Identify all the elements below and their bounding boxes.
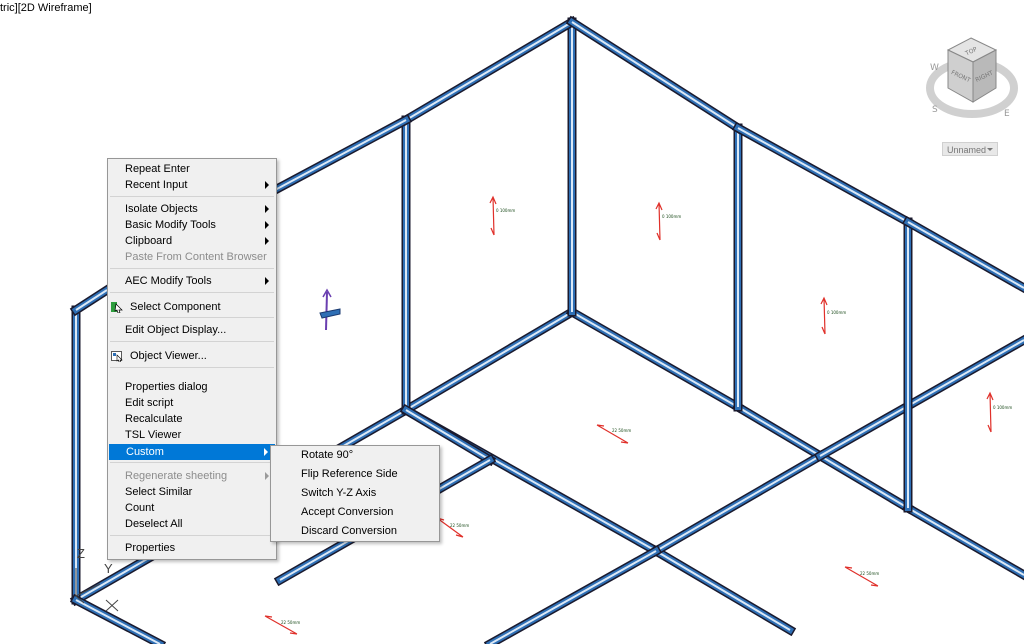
menu-item-tsl-viewer[interactable]: TSL Viewer <box>108 427 276 443</box>
menu-item-basic-modify-tools[interactable]: Basic Modify Tools <box>108 217 276 233</box>
view-name-dropdown[interactable]: Unnamed <box>942 142 998 156</box>
chevron-down-icon <box>987 148 993 151</box>
menu-item-discard-conversion[interactable]: Discard Conversion <box>271 522 439 541</box>
menu-separator <box>110 268 274 269</box>
menu-item-count[interactable]: Count <box>108 500 276 516</box>
submenu-arrow-icon <box>265 237 269 245</box>
submenu-arrow-icon <box>265 205 269 213</box>
menu-item-deselect-all[interactable]: Deselect All <box>108 516 276 532</box>
custom-submenu: Rotate 90° Flip Reference Side Switch Y-… <box>270 445 440 542</box>
menu-item-regenerate-sheeting: Regenerate sheeting <box>108 468 276 484</box>
frame-member-core <box>571 21 739 129</box>
compass-e-label: E <box>1004 109 1010 119</box>
frame-member-core <box>655 455 821 552</box>
menu-item-aec-modify-tools[interactable]: AEC Modify Tools <box>108 273 276 289</box>
selection-grip-icon[interactable] <box>319 288 341 331</box>
menu-separator <box>110 196 274 197</box>
ucs-z-label: Z <box>77 546 85 561</box>
menu-item-recalculate[interactable]: Recalculate <box>108 411 276 427</box>
ucs-y-label: Y <box>104 561 113 576</box>
submenu-arrow-icon <box>265 181 269 189</box>
frame-member-core <box>907 507 1024 576</box>
frame-member-core <box>405 311 573 411</box>
dimension-label: 22 50mm <box>612 428 631 433</box>
dimension-label: 0 100mm <box>993 405 1012 410</box>
submenu-arrow-icon <box>265 472 269 480</box>
frame-member-core <box>655 550 791 631</box>
frame-member-core <box>571 311 739 408</box>
frame-member-core <box>405 21 573 121</box>
submenu-arrow-icon <box>265 277 269 285</box>
viewport-controls-label[interactable]: tric][2D Wireframe] <box>0 2 92 14</box>
frame-member-core <box>907 221 1024 289</box>
dimension-label: 22 50mm <box>281 620 300 625</box>
arrow-marker <box>844 566 879 587</box>
menu-item-isolate-objects[interactable]: Isolate Objects <box>108 201 276 217</box>
menu-item-recent-input[interactable]: Recent Input <box>108 177 276 193</box>
view-cube[interactable]: TOP FRONT RIGHT S E W <box>920 30 1024 160</box>
select-component-icon <box>111 302 123 313</box>
frame-member-core <box>737 127 909 223</box>
menu-item-accept-conversion[interactable]: Accept Conversion <box>271 503 439 522</box>
arrow-marker <box>489 195 497 236</box>
menu-item-switch-y-z-axis[interactable]: Switch Y-Z Axis <box>271 484 439 503</box>
menu-separator <box>110 462 274 463</box>
dimension-label: 22 50mm <box>450 523 469 528</box>
frame-member-core <box>819 339 1024 457</box>
menu-item-select-similar[interactable]: Select Similar <box>108 484 276 500</box>
arrow-marker <box>820 296 828 335</box>
menu-item-custom[interactable]: Custom <box>109 444 275 460</box>
object-viewer-icon <box>111 351 123 362</box>
arrow-marker <box>986 391 994 433</box>
frame-member-core <box>274 119 407 191</box>
dimension-label: 0 100mm <box>827 310 846 315</box>
dimension-label: 22 50mm <box>860 571 879 576</box>
menu-item-edit-object-display[interactable]: Edit Object Display... <box>108 322 276 338</box>
menu-item-repeat-enter[interactable]: Repeat Enter <box>108 161 276 177</box>
menu-separator <box>110 317 274 318</box>
context-menu: Repeat Enter Recent Input Isolate Object… <box>107 158 277 560</box>
submenu-arrow-icon <box>264 448 268 456</box>
frame-member-core <box>75 289 108 311</box>
arrow-marker <box>655 201 663 241</box>
menu-item-flip-reference-side[interactable]: Flip Reference Side <box>271 465 439 484</box>
menu-item-select-component[interactable]: Select Component <box>108 299 276 315</box>
compass-s-label: S <box>932 105 938 115</box>
submenu-arrow-icon <box>265 221 269 229</box>
menu-item-object-viewer[interactable]: Object Viewer... <box>108 348 276 364</box>
arrow-marker <box>264 615 298 635</box>
menu-item-rotate-90[interactable]: Rotate 90° <box>271 446 439 465</box>
menu-separator <box>110 292 274 293</box>
menu-item-properties[interactable]: Properties <box>108 540 276 556</box>
menu-separator <box>110 535 274 536</box>
menu-separator <box>110 367 274 368</box>
menu-item-properties-dialog[interactable]: Properties dialog <box>108 379 276 395</box>
menu-item-clipboard[interactable]: Clipboard <box>108 233 276 249</box>
frame-member-core <box>489 550 657 644</box>
view-name-label: Unnamed <box>947 145 987 155</box>
menu-separator <box>110 341 274 342</box>
compass-w-label: W <box>930 63 939 73</box>
menu-item-edit-script[interactable]: Edit script <box>108 395 276 411</box>
frame-member-core <box>75 599 161 644</box>
dimension-label: 0 100mm <box>662 214 681 219</box>
dimension-label: 0 100mm <box>496 208 515 213</box>
menu-item-paste-from-content-browser: Paste From Content Browser <box>125 251 267 263</box>
